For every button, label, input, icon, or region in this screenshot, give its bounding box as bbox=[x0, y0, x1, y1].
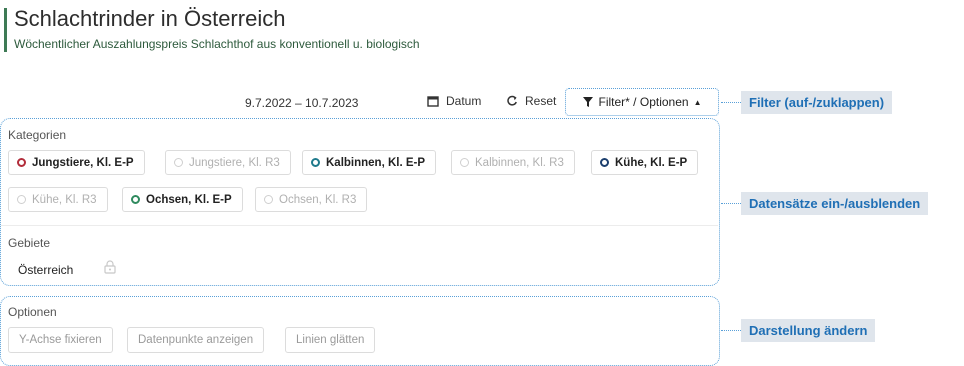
page-subtitle: Wöchentlicher Auszahlungspreis Schlachth… bbox=[14, 37, 420, 51]
date-button-label: Datum bbox=[446, 94, 482, 108]
status-ring-icon bbox=[17, 195, 26, 204]
status-ring-icon bbox=[131, 195, 140, 204]
regions-label: Gebiete bbox=[8, 236, 51, 250]
chip-kuehe-e-p[interactable]: Kühe, Kl. E-P bbox=[591, 150, 699, 175]
chip-label: Ochsen, Kl. R3 bbox=[279, 193, 357, 206]
filter-icon bbox=[582, 97, 593, 107]
status-ring-icon bbox=[264, 195, 273, 204]
title-accent-bar bbox=[4, 8, 7, 52]
annotation-connector bbox=[721, 330, 741, 331]
caret-up-icon: ▲ bbox=[693, 97, 702, 107]
chip-label: Jungstiere, Kl. E-P bbox=[32, 156, 134, 169]
chip-kuehe-r3[interactable]: Kühe, Kl. R3 bbox=[8, 187, 108, 212]
chip-label: Jungstiere, Kl. R3 bbox=[189, 156, 280, 169]
chip-label: Kalbinnen, Kl. R3 bbox=[475, 156, 564, 169]
chip-kalbinnen-e-p[interactable]: Kalbinnen, Kl. E-P bbox=[302, 150, 437, 175]
chip-ochsen-e-p[interactable]: Ochsen, Kl. E-P bbox=[122, 187, 243, 212]
reset-button-label: Reset bbox=[525, 94, 557, 108]
status-ring-icon bbox=[174, 158, 183, 167]
annotation-display: Darstellung ändern bbox=[741, 319, 876, 342]
chip-jungstiere-r3[interactable]: Jungstiere, Kl. R3 bbox=[165, 150, 291, 175]
annotation-connector bbox=[721, 203, 741, 204]
status-ring-icon bbox=[311, 158, 320, 167]
annotation-datasets: Datensätze ein-/ausblenden bbox=[741, 192, 929, 215]
reset-button[interactable]: Reset bbox=[506, 89, 556, 113]
region-selected[interactable]: Österreich bbox=[18, 263, 73, 277]
chip-label: Ochsen, Kl. E-P bbox=[146, 193, 232, 206]
page-title: Schlachtrinder in Österreich bbox=[14, 6, 286, 31]
chip-kalbinnen-r3[interactable]: Kalbinnen, Kl. R3 bbox=[451, 150, 575, 175]
calendar-icon bbox=[427, 96, 439, 107]
filter-options-button[interactable]: Filter* / Optionen ▲ bbox=[565, 88, 719, 116]
chip-label: Kalbinnen, Kl. E-P bbox=[326, 156, 426, 169]
date-button[interactable]: Datum bbox=[427, 89, 481, 113]
fix-y-axis-button[interactable]: Y-Achse fixieren bbox=[8, 327, 113, 353]
annotation-connector bbox=[721, 102, 741, 103]
chip-ochsen-r3[interactable]: Ochsen, Kl. R3 bbox=[255, 187, 368, 212]
chip-label: Kühe, Kl. R3 bbox=[32, 193, 97, 206]
options-label: Optionen bbox=[8, 305, 57, 319]
annotation-filter: Filter (auf-/zuklappen) bbox=[741, 91, 893, 114]
show-datapoints-button[interactable]: Datenpunkte anzeigen bbox=[127, 327, 265, 353]
status-ring-icon bbox=[460, 158, 469, 167]
categories-label: Kategorien bbox=[8, 128, 67, 142]
date-range-text: 9.7.2022 – 10.7.2023 bbox=[245, 96, 359, 110]
filter-options-label: Filter* / Optionen bbox=[598, 95, 689, 109]
chip-jungstiere-e-p[interactable]: Jungstiere, Kl. E-P bbox=[8, 150, 145, 175]
chip-label: Kühe, Kl. E-P bbox=[615, 156, 688, 169]
smooth-lines-button[interactable]: Linien glätten bbox=[285, 327, 376, 353]
lock-icon bbox=[104, 260, 116, 279]
status-ring-icon bbox=[17, 158, 26, 167]
status-ring-icon bbox=[600, 158, 609, 167]
section-divider bbox=[1, 225, 718, 226]
reset-icon bbox=[507, 95, 517, 106]
